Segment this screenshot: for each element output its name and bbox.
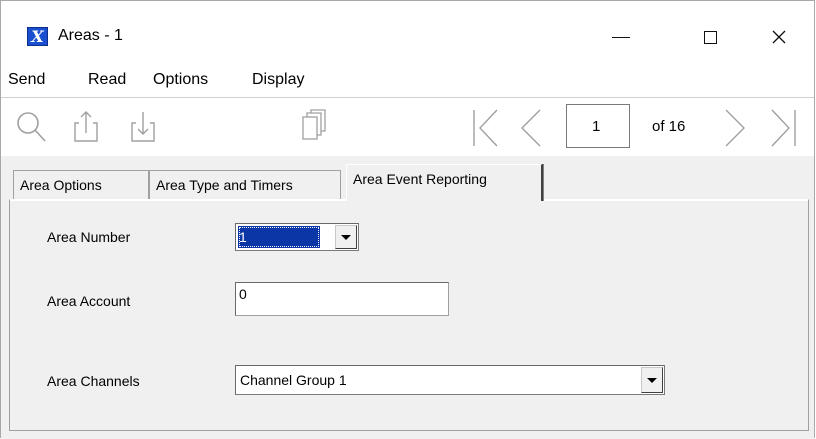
first-page-icon[interactable]	[471, 108, 501, 148]
area-account-label: Area Account	[47, 293, 131, 309]
minimize-icon	[612, 36, 630, 38]
previous-page-icon[interactable]	[518, 108, 544, 148]
next-page-icon[interactable]	[722, 108, 748, 148]
areas-window: X Areas - 1 Send Read Options Display 1 …	[0, 0, 815, 439]
dropdown-button[interactable]	[641, 367, 663, 393]
close-button[interactable]	[756, 17, 802, 57]
dropdown-button[interactable]	[335, 225, 357, 249]
toolbar	[1, 97, 814, 156]
tab-area-options[interactable]: Area Options	[13, 170, 149, 200]
page-number-input[interactable]: 1	[566, 104, 630, 148]
tab-label: Area Event Reporting	[353, 171, 487, 187]
area-number-select[interactable]: 1	[235, 223, 359, 251]
search-icon[interactable]	[14, 110, 48, 144]
minimize-button[interactable]	[598, 17, 644, 57]
chevron-down-icon	[647, 377, 657, 383]
tab-label: Area Options	[20, 177, 102, 193]
window-title: Areas - 1	[58, 27, 123, 44]
maximize-button[interactable]	[687, 17, 733, 57]
tab-label: Area Type and Timers	[156, 177, 293, 193]
download-icon[interactable]	[130, 109, 158, 143]
menu-bar: Send Read Options Display	[1, 65, 814, 95]
page-count-label: of 16	[652, 118, 686, 135]
copy-icon[interactable]	[301, 108, 327, 142]
menu-display[interactable]: Display	[252, 71, 304, 89]
area-number-label: Area Number	[47, 229, 131, 245]
menu-options[interactable]: Options	[153, 71, 208, 89]
close-icon	[772, 30, 786, 44]
area-channels-value: Channel Group 1	[240, 372, 347, 388]
area-number-value: 1	[238, 226, 320, 248]
upload-icon[interactable]	[73, 109, 101, 143]
last-page-icon[interactable]	[769, 108, 799, 148]
menu-read[interactable]: Read	[88, 71, 126, 89]
title-bar[interactable]: X Areas - 1	[1, 1, 814, 59]
area-channels-select[interactable]: Channel Group 1	[235, 365, 665, 395]
tab-area-event-reporting[interactable]: Area Event Reporting	[346, 164, 542, 201]
maximize-icon	[703, 30, 717, 44]
chevron-down-icon	[341, 234, 351, 240]
tab-area-type-and-timers[interactable]: Area Type and Timers	[149, 170, 341, 200]
menu-send[interactable]: Send	[8, 71, 45, 89]
area-account-field[interactable]: 0	[235, 282, 449, 316]
area-channels-label: Area Channels	[47, 373, 140, 389]
app-x-icon: X	[27, 27, 48, 46]
